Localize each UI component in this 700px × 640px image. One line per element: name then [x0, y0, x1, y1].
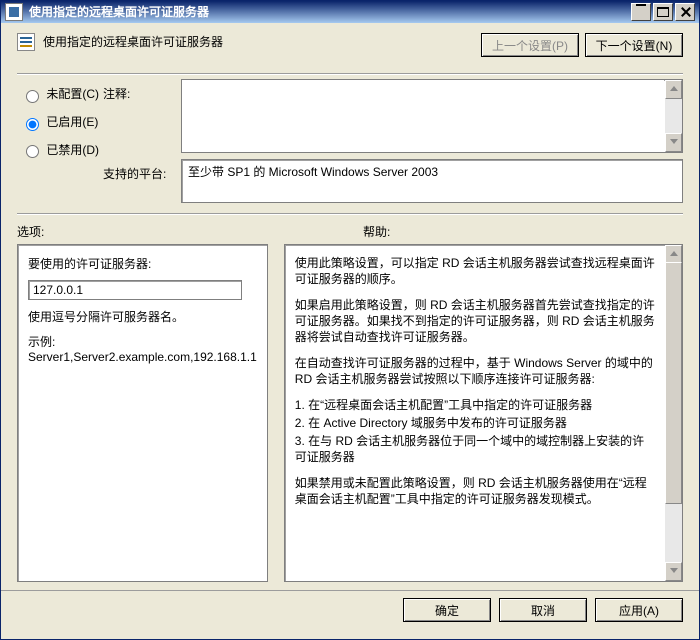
- apply-button[interactable]: 应用(A): [595, 598, 683, 622]
- next-setting-button[interactable]: 下一个设置(N): [585, 33, 683, 57]
- ok-button[interactable]: 确定: [403, 598, 491, 622]
- servers-input[interactable]: [28, 280, 242, 300]
- cancel-button[interactable]: 取消: [499, 598, 587, 622]
- radio-enabled-input[interactable]: [26, 118, 39, 131]
- scroll-up-icon[interactable]: [665, 80, 682, 99]
- comment-label: 注释:: [103, 79, 181, 102]
- radio-disabled-label: 已禁用(D): [46, 143, 99, 157]
- cancel-label: 取消: [531, 604, 555, 618]
- options-label: 选项:: [17, 223, 363, 240]
- comment-scrollbar[interactable]: [665, 80, 682, 152]
- policy-icon: [17, 33, 35, 51]
- servers-hint2: 示例: Server1,Server2.example.com,192.168.…: [28, 333, 257, 364]
- state-radios: 未配置(C) 已启用(E) 已禁用(D): [17, 79, 103, 158]
- title-bar[interactable]: 使用指定的远程桌面许可证服务器: [1, 1, 699, 23]
- close-button[interactable]: [675, 3, 695, 21]
- window-frame: 使用指定的远程桌面许可证服务器 使用指定的远程桌面许可证服务器 上一个设置(P)…: [0, 0, 700, 640]
- apply-label: 应用(A): [619, 604, 659, 618]
- radio-notconfigured-input[interactable]: [26, 90, 39, 103]
- radio-enabled[interactable]: 已启用(E): [21, 113, 103, 131]
- options-panel: 要使用的许可证服务器: 使用逗号分隔许可服务器名。 示例: Server1,Se…: [17, 244, 268, 582]
- help-l1: 1. 在“远程桌面会话主机配置”工具中指定的许可证服务器: [295, 397, 656, 413]
- ok-label: 确定: [435, 604, 459, 618]
- prev-setting-label: 上一个设置(P): [492, 39, 568, 53]
- scroll-down-icon[interactable]: [665, 133, 682, 152]
- window-title: 使用指定的远程桌面许可证服务器: [29, 1, 629, 23]
- scroll-thumb[interactable]: [665, 262, 682, 504]
- minimize-button[interactable]: [631, 3, 651, 21]
- comment-field-box: [181, 79, 683, 153]
- scroll-down-icon[interactable]: [665, 562, 682, 581]
- help-l3: 3. 在与 RD 会话主机服务器位于同一个域中的域控制器上安装的许可证服务器: [295, 433, 656, 465]
- help-p3: 在自动查找许可证服务器的过程中，基于 Windows Server 的域中的 R…: [295, 355, 656, 387]
- comment-input[interactable]: [182, 80, 664, 152]
- help-p4: 如果禁用或未配置此策略设置，则 RD 会话主机服务器使用在“远程桌面会话主机配置…: [295, 475, 656, 507]
- radio-notconfigured-label: 未配置(C): [46, 87, 99, 101]
- config-section: 未配置(C) 已启用(E) 已禁用(D) 注释:: [1, 75, 699, 203]
- page-title: 使用指定的远程桌面许可证服务器: [43, 33, 481, 51]
- help-label: 帮助:: [363, 223, 390, 240]
- panel-labels: 选项: 帮助:: [1, 215, 699, 244]
- app-icon: [5, 3, 23, 21]
- header-row: 使用指定的远程桌面许可证服务器 上一个设置(P) 下一个设置(N): [1, 23, 699, 63]
- help-panel: 使用此策略设置，可以指定 RD 会话主机服务器尝试查找远程桌面许可证服务器的顺序…: [284, 244, 683, 582]
- prev-setting-button[interactable]: 上一个设置(P): [481, 33, 579, 57]
- platform-field: 至少带 SP1 的 Microsoft Windows Server 2003: [181, 159, 683, 203]
- maximize-button[interactable]: [653, 3, 673, 21]
- help-scrollbar[interactable]: [665, 245, 682, 581]
- help-l2: 2. 在 Active Directory 域服务中发布的许可证服务器: [295, 415, 656, 431]
- servers-hint1: 使用逗号分隔许可服务器名。: [28, 308, 257, 325]
- panels: 要使用的许可证服务器: 使用逗号分隔许可服务器名。 示例: Server1,Se…: [1, 244, 699, 590]
- help-p2: 如果启用此策略设置，则 RD 会话主机服务器首先尝试查找指定的许可证服务器。如果…: [295, 297, 656, 345]
- radio-disabled[interactable]: 已禁用(D): [21, 141, 103, 159]
- button-bar: 确定 取消 应用(A): [1, 590, 699, 629]
- nav-buttons: 上一个设置(P) 下一个设置(N): [481, 33, 683, 57]
- radio-notconfigured[interactable]: 未配置(C): [21, 85, 103, 103]
- radio-disabled-input[interactable]: [26, 145, 39, 158]
- next-setting-label: 下一个设置(N): [596, 39, 673, 53]
- help-p1: 使用此策略设置，可以指定 RD 会话主机服务器尝试查找远程桌面许可证服务器的顺序…: [295, 255, 656, 287]
- window-controls: [629, 3, 695, 21]
- client-area: 使用指定的远程桌面许可证服务器 上一个设置(P) 下一个设置(N) 未配置(C): [1, 23, 699, 639]
- radio-enabled-label: 已启用(E): [46, 115, 98, 129]
- servers-label: 要使用的许可证服务器:: [28, 255, 257, 272]
- platform-value: 至少带 SP1 的 Microsoft Windows Server 2003: [188, 165, 438, 179]
- platform-label: 支持的平台:: [103, 159, 181, 182]
